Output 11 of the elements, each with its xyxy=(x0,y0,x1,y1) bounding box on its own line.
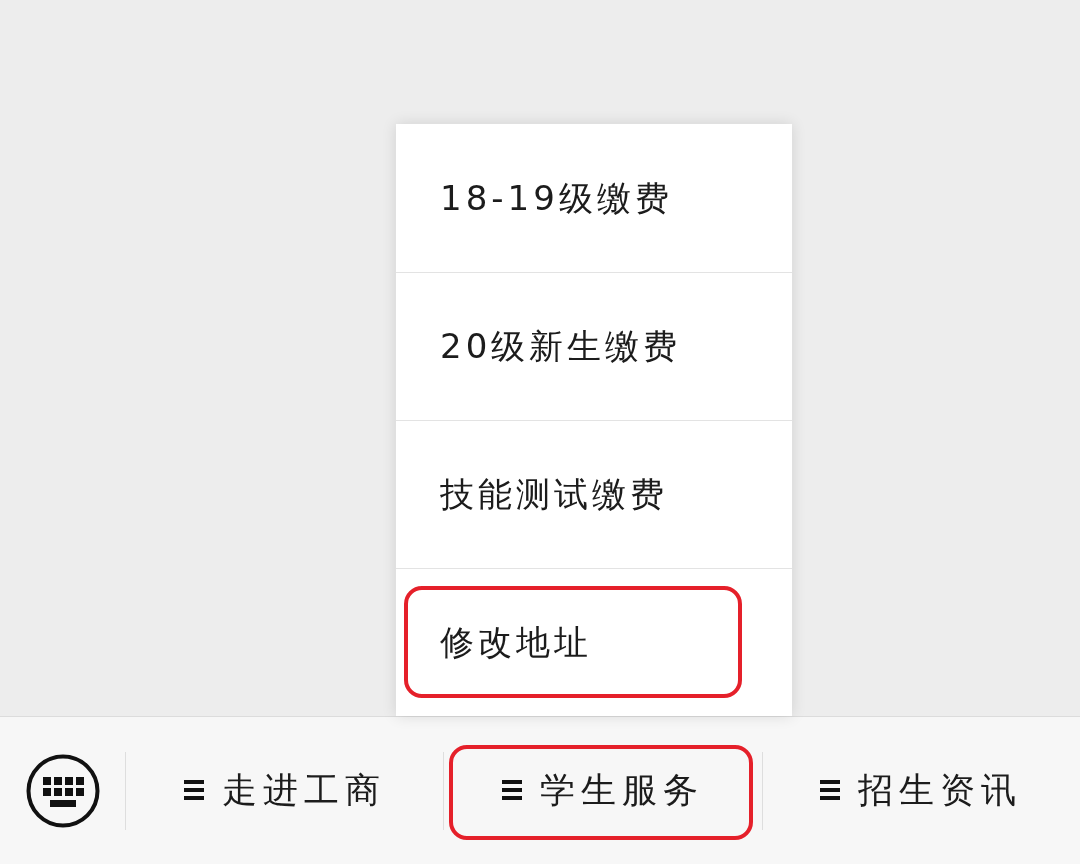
menu-icon xyxy=(502,779,522,802)
menu-item[interactable]: 修改地址 xyxy=(396,568,792,716)
keyboard-icon[interactable] xyxy=(25,753,100,828)
menu-tab[interactable]: 招生资讯 xyxy=(762,717,1080,864)
menu-item[interactable]: 20级新生缴费 xyxy=(396,272,792,420)
menu-tab[interactable]: 走进工商 xyxy=(126,717,444,864)
menu-item[interactable]: 技能测试缴费 xyxy=(396,420,792,568)
menu-icon xyxy=(820,779,841,802)
menu-tab[interactable]: 学生服务 xyxy=(444,717,762,864)
menu-item[interactable]: 18-19级缴费 xyxy=(396,124,792,272)
menu-icon xyxy=(183,779,204,802)
